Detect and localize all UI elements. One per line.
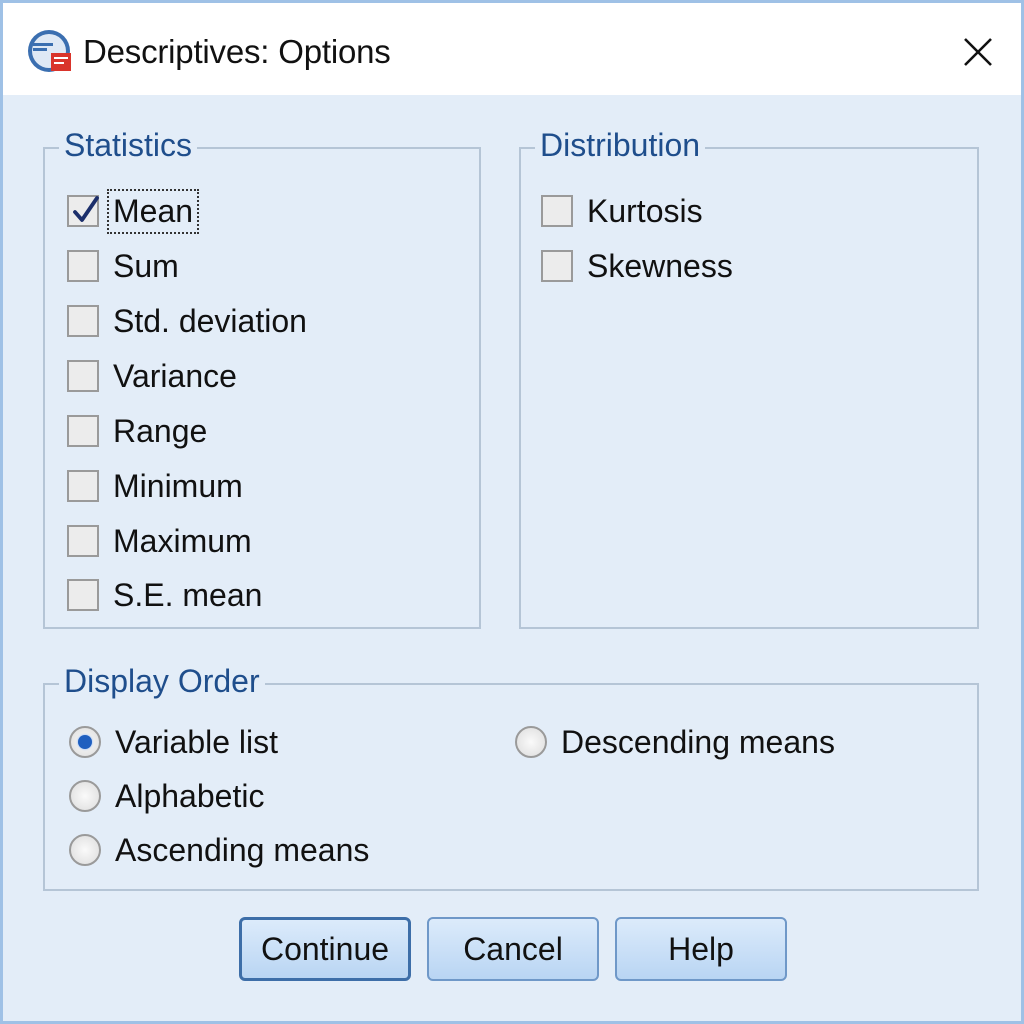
- distribution-legend: Distribution: [535, 125, 706, 165]
- std-deviation-checkbox[interactable]: [67, 305, 99, 337]
- std-deviation-label: Std. deviation: [113, 302, 307, 339]
- dialog-content: Statistics Mean Sum Std. deviation Varia…: [3, 95, 1021, 1021]
- sum-label: Sum: [113, 247, 179, 284]
- help-button[interactable]: Help: [615, 917, 787, 981]
- ascending-means-radio[interactable]: [69, 834, 101, 866]
- range-label: Range: [113, 412, 208, 449]
- variance-checkbox[interactable]: [67, 360, 99, 392]
- minimum-checkbox[interactable]: [67, 470, 99, 502]
- std-deviation-checkbox-row[interactable]: Std. deviation: [67, 299, 307, 343]
- kurtosis-label: Kurtosis: [587, 192, 703, 229]
- minimum-checkbox-row[interactable]: Minimum: [67, 464, 243, 508]
- mean-label: Mean: [106, 188, 200, 234]
- kurtosis-checkbox[interactable]: [541, 195, 573, 227]
- continue-label: Continue: [260, 930, 390, 967]
- dialog-window: Descriptives: Options Statistics Mean Su…: [0, 0, 1024, 1024]
- minimum-label: Minimum: [113, 467, 243, 504]
- continue-button[interactable]: Continue: [239, 917, 411, 981]
- kurtosis-checkbox-row[interactable]: Kurtosis: [541, 189, 703, 233]
- se-mean-checkbox-row[interactable]: S.E. mean: [67, 573, 262, 617]
- sum-checkbox[interactable]: [67, 250, 99, 282]
- descending-means-radio-row[interactable]: Descending means: [515, 720, 835, 764]
- radio-selected-dot: [78, 735, 92, 749]
- spss-app-icon: [28, 30, 71, 72]
- range-checkbox[interactable]: [67, 415, 99, 447]
- variance-checkbox-row[interactable]: Variance: [67, 354, 237, 398]
- checkmark-icon: [73, 196, 99, 222]
- help-label: Help: [668, 930, 734, 967]
- mean-checkbox[interactable]: [67, 195, 99, 227]
- se-mean-label: S.E. mean: [113, 576, 263, 613]
- ascending-means-label: Ascending means: [115, 831, 370, 868]
- variance-label: Variance: [113, 357, 237, 394]
- skewness-label: Skewness: [587, 247, 733, 284]
- close-icon: [964, 38, 992, 66]
- ascending-means-radio-row[interactable]: Ascending means: [69, 828, 369, 872]
- descending-means-label: Descending means: [561, 723, 835, 760]
- sum-checkbox-row[interactable]: Sum: [67, 244, 179, 288]
- variable-list-label: Variable list: [115, 723, 279, 760]
- se-mean-checkbox[interactable]: [67, 579, 99, 611]
- close-button[interactable]: [949, 23, 1007, 81]
- display-order-legend: Display Order: [59, 661, 265, 701]
- title-bar[interactable]: Descriptives: Options: [3, 3, 1021, 95]
- skewness-checkbox-row[interactable]: Skewness: [541, 244, 733, 288]
- maximum-checkbox-row[interactable]: Maximum: [67, 519, 252, 563]
- range-checkbox-row[interactable]: Range: [67, 409, 207, 453]
- maximum-label: Maximum: [113, 522, 252, 559]
- cancel-label: Cancel: [463, 930, 563, 967]
- variable-list-radio-row[interactable]: Variable list: [69, 720, 278, 764]
- window-title: Descriptives: Options: [83, 33, 391, 70]
- maximum-checkbox[interactable]: [67, 525, 99, 557]
- alphabetic-label: Alphabetic: [115, 777, 265, 814]
- cancel-button[interactable]: Cancel: [427, 917, 599, 981]
- statistics-legend: Statistics: [59, 125, 198, 165]
- descending-means-radio[interactable]: [515, 726, 547, 758]
- alphabetic-radio-row[interactable]: Alphabetic: [69, 774, 264, 818]
- skewness-checkbox[interactable]: [541, 250, 573, 282]
- alphabetic-radio[interactable]: [69, 780, 101, 812]
- mean-checkbox-row[interactable]: Mean: [67, 188, 200, 234]
- variable-list-radio[interactable]: [69, 726, 101, 758]
